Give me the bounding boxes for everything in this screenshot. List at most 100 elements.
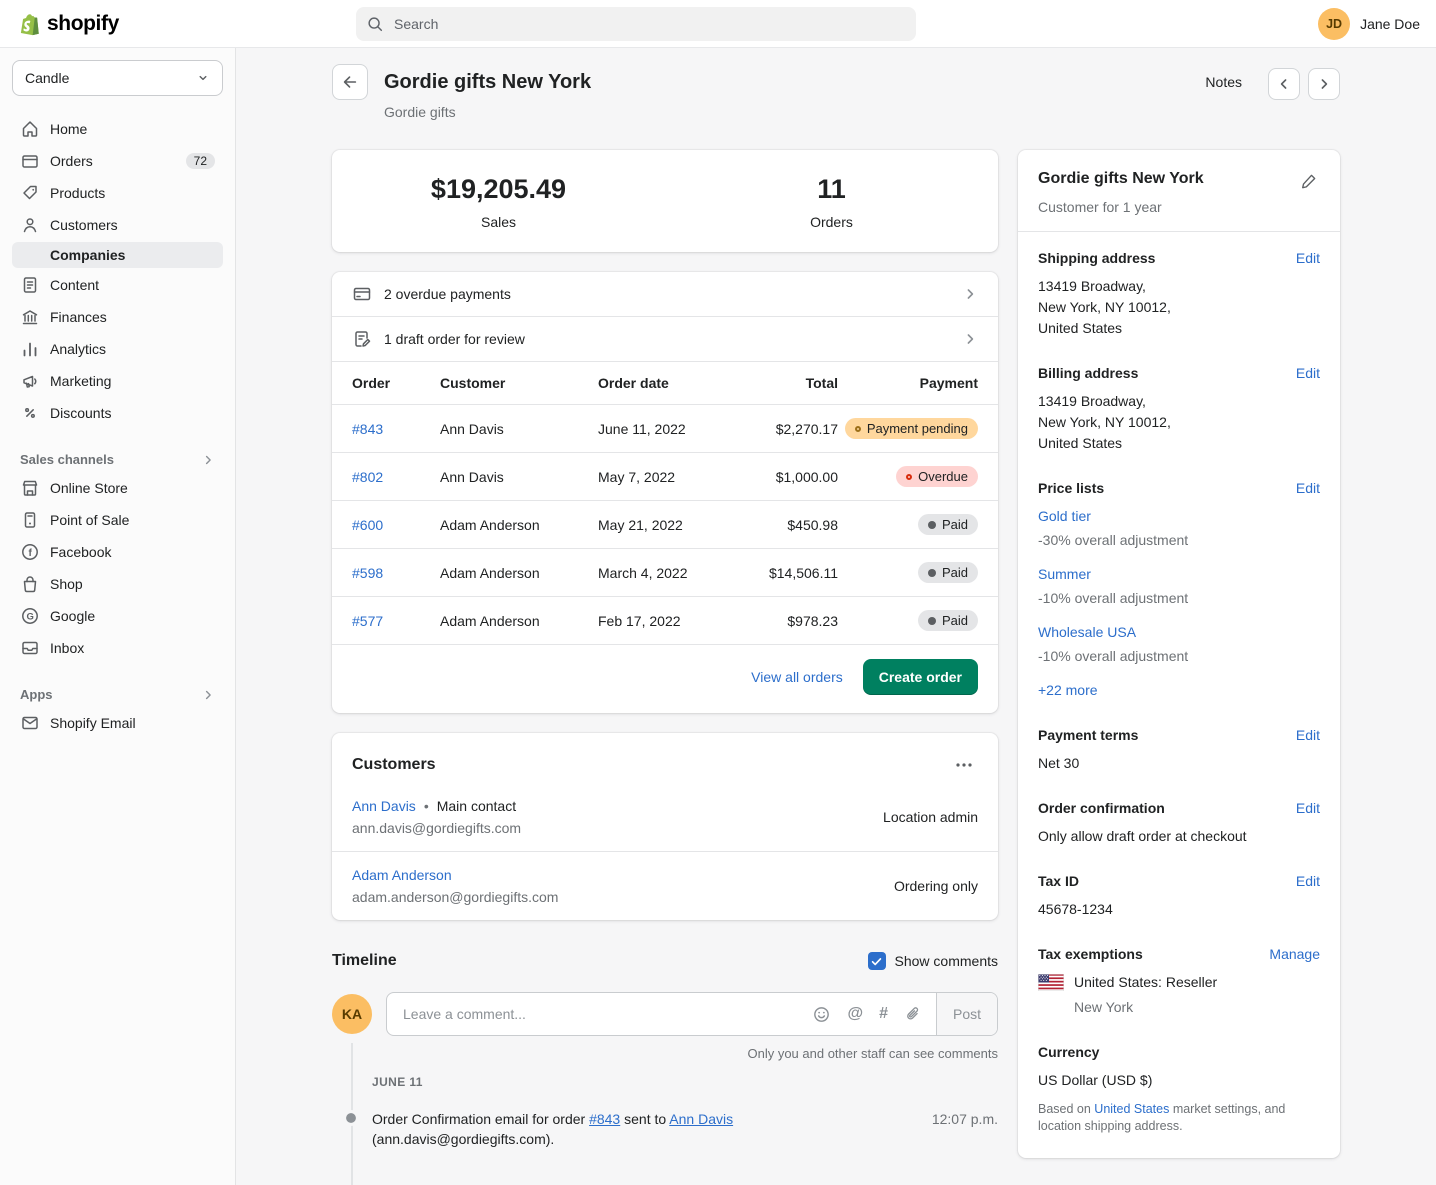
sidebar-item-home[interactable]: Home <box>12 114 223 144</box>
tax-id-section: Tax ID Edit 45678-1234 <box>1018 860 1340 933</box>
comment-box[interactable]: @ # Post <box>386 992 998 1036</box>
price-list-link[interactable]: Gold tier <box>1038 508 1091 524</box>
order-row[interactable]: #843 Ann Davis June 11, 2022 $2,270.17 P… <box>332 405 998 453</box>
more-price-lists-link[interactable]: +22 more <box>1038 682 1098 698</box>
checkbox-checked-icon[interactable] <box>868 952 886 970</box>
sidebar-item-point-of-sale[interactable]: Point of Sale <box>12 505 223 535</box>
order-link[interactable]: #577 <box>352 613 440 629</box>
shipping-address-section: Shipping address Edit 13419 Broadway, Ne… <box>1018 232 1340 352</box>
edit-tax-id-link[interactable]: Edit <box>1296 873 1320 889</box>
edit-shipping-link[interactable]: Edit <box>1296 250 1320 266</box>
sidebar-item-customers[interactable]: Customers <box>12 210 223 240</box>
section-title: Shipping address <box>1038 250 1155 266</box>
sidebar-item-analytics[interactable]: Analytics <box>12 334 223 364</box>
customers-icon <box>20 215 40 235</box>
notes-button[interactable]: Notes <box>1195 66 1252 98</box>
sidebar-item-online-store[interactable]: Online Store <box>12 473 223 503</box>
order-row[interactable]: #802 Ann Davis May 7, 2022 $1,000.00 Ove… <box>332 453 998 501</box>
topbar-center <box>236 7 1318 41</box>
overdue-payments-alert[interactable]: 2 overdue payments <box>332 272 998 317</box>
edit-company-button[interactable] <box>1298 170 1320 192</box>
customer-link[interactable]: Adam Anderson <box>352 867 452 883</box>
topbar: shopify JD Jane Doe <box>0 0 1436 48</box>
order-link[interactable]: #598 <box>352 565 440 581</box>
mention-icon[interactable]: @ <box>847 1006 863 1022</box>
tax-exemption-name: United States: Reseller <box>1074 972 1217 993</box>
draft-order-icon <box>352 329 372 349</box>
order-link[interactable]: #802 <box>352 469 440 485</box>
shopify-logo[interactable]: shopify <box>16 11 119 37</box>
sidebar-item-companies[interactable]: Companies <box>12 242 223 268</box>
view-all-orders-link[interactable]: View all orders <box>751 669 843 685</box>
emoji-icon[interactable] <box>812 1005 831 1024</box>
sidebar-section-apps[interactable]: Apps <box>12 681 223 708</box>
order-row[interactable]: #598 Adam Anderson March 4, 2022 $14,506… <box>332 549 998 597</box>
sales-label: Sales <box>332 214 665 230</box>
sidebar-section-sales-channels[interactable]: Sales channels <box>12 446 223 473</box>
post-button[interactable]: Post <box>936 993 997 1035</box>
orders-count-badge: 72 <box>186 153 215 169</box>
edit-price-lists-link[interactable]: Edit <box>1296 480 1320 496</box>
timeline-section: Timeline Show comments KA <box>332 940 998 1149</box>
sidebar-item-content[interactable]: Content <box>12 270 223 300</box>
customer-email: ann.davis@gordiegifts.com <box>352 820 883 836</box>
sidebar-item-google[interactable]: G Google <box>12 601 223 631</box>
sidebar-item-facebook[interactable]: f Facebook <box>12 537 223 567</box>
create-order-button[interactable]: Create order <box>863 659 978 695</box>
sidebar-item-shopify-email[interactable]: Shopify Email <box>12 708 223 738</box>
back-button[interactable] <box>332 64 368 100</box>
order-link[interactable]: #600 <box>352 517 440 533</box>
show-comments-toggle[interactable]: Show comments <box>868 952 998 970</box>
customer-link[interactable]: Ann Davis <box>352 798 416 814</box>
timeline-title: Timeline <box>332 952 397 970</box>
billing-address-section: Billing address Edit 13419 Broadway, New… <box>1018 352 1340 467</box>
customer-link[interactable]: Ann Davis <box>669 1111 733 1127</box>
user-menu[interactable]: JD Jane Doe <box>1318 8 1420 40</box>
edit-billing-link[interactable]: Edit <box>1296 365 1320 381</box>
sidebar-item-orders[interactable]: Orders 72 <box>12 146 223 176</box>
next-button[interactable] <box>1308 68 1340 100</box>
sidebar-item-discounts[interactable]: Discounts <box>12 398 223 428</box>
order-row[interactable]: #577 Adam Anderson Feb 17, 2022 $978.23 … <box>332 597 998 645</box>
apps-header: Apps <box>20 687 53 702</box>
show-comments-label: Show comments <box>895 953 998 969</box>
pagination <box>1268 68 1340 100</box>
marketing-icon <box>20 371 40 391</box>
attachment-icon[interactable] <box>904 1005 922 1023</box>
price-list-desc: -30% overall adjustment <box>1038 530 1320 551</box>
comment-input[interactable] <box>401 1005 798 1023</box>
draft-order-alert[interactable]: 1 draft order for review <box>332 317 998 362</box>
order-link[interactable]: #843 <box>352 421 440 437</box>
market-settings-link[interactable]: United States <box>1094 1102 1169 1116</box>
sidebar-item-products[interactable]: Products <box>12 178 223 208</box>
manage-tax-exemptions-link[interactable]: Manage <box>1269 946 1320 962</box>
order-row[interactable]: #600 Adam Anderson May 21, 2022 $450.98 … <box>332 501 998 549</box>
company-details-card: Gordie gifts New York Customer for 1 yea… <box>1018 150 1340 1158</box>
edit-payment-terms-link[interactable]: Edit <box>1296 727 1320 743</box>
sidebar-item-marketing[interactable]: Marketing <box>12 366 223 396</box>
currency-section: Currency US Dollar (USD $) Based on Unit… <box>1018 1031 1340 1148</box>
address-line: United States <box>1038 318 1320 339</box>
edit-order-confirmation-link[interactable]: Edit <box>1296 800 1320 816</box>
user-avatar[interactable]: JD <box>1318 8 1350 40</box>
search-input[interactable] <box>392 15 906 33</box>
customer-tag: Main contact <box>437 798 516 814</box>
section-title: Billing address <box>1038 365 1138 381</box>
page-title: Gordie gifts New York <box>384 68 1179 96</box>
global-search[interactable] <box>356 7 916 41</box>
payment-terms-section: Payment terms Edit Net 30 <box>1018 714 1340 787</box>
sidebar-item-finances[interactable]: Finances <box>12 302 223 332</box>
price-list-link[interactable]: Summer <box>1038 566 1091 582</box>
sidebar-item-inbox[interactable]: Inbox <box>12 633 223 663</box>
price-list-link[interactable]: Wholesale USA <box>1038 624 1136 640</box>
svg-text:G: G <box>27 612 34 623</box>
pencil-icon <box>1300 172 1318 190</box>
previous-button[interactable] <box>1268 68 1300 100</box>
sidebar-item-shop[interactable]: Shop <box>12 569 223 599</box>
customers-card-menu-button[interactable] <box>950 751 978 779</box>
chevron-right-icon <box>962 286 978 302</box>
store-selector[interactable]: Candle <box>12 60 223 96</box>
order-link[interactable]: #843 <box>589 1111 620 1127</box>
hashtag-icon[interactable]: # <box>879 1006 888 1022</box>
topbar-left: shopify <box>16 11 236 37</box>
